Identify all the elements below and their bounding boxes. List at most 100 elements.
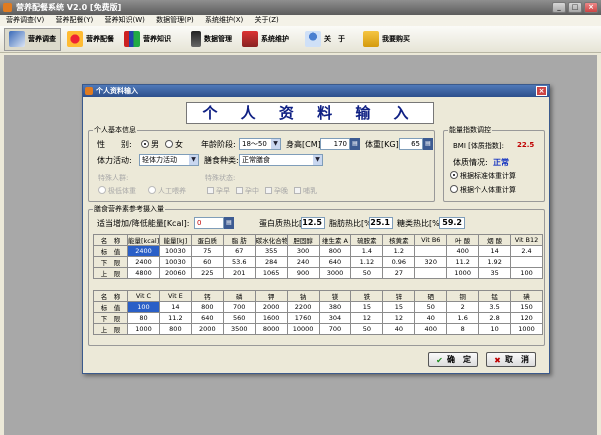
table-cell[interactable]: 2 — [446, 301, 480, 313]
table-cell[interactable]: 1760 — [286, 312, 320, 324]
maximize-button[interactable]: □ — [568, 2, 582, 13]
table-cell[interactable]: 10000 — [286, 323, 320, 335]
table-cell[interactable]: 50 — [414, 301, 448, 313]
ok-button[interactable]: ✔ 确 定 — [428, 352, 478, 367]
table-cell[interactable]: 80 — [127, 312, 160, 324]
table-cell[interactable]: 100 — [510, 267, 543, 279]
table-cell[interactable]: 2000 — [190, 323, 224, 335]
table-cell[interactable]: 900 — [286, 267, 320, 279]
activity-select[interactable]: 轻体力活动 ▼ — [139, 154, 199, 166]
table-cell[interactable]: 67 — [222, 245, 256, 257]
toolbar-data-button[interactable]: 数据管理 — [187, 28, 236, 51]
table-cell[interactable]: 20060 — [158, 267, 192, 279]
table-cell[interactable]: 800 — [318, 245, 352, 257]
table-cell[interactable]: 1000 — [446, 267, 480, 279]
table-cell[interactable]: 8 — [446, 323, 480, 335]
table-cell[interactable]: 1.92 — [478, 256, 512, 268]
table-cell[interactable]: 10030 — [158, 245, 192, 257]
table-cell[interactable]: 284 — [254, 256, 288, 268]
cancel-button[interactable]: ✖ 取 消 — [486, 352, 536, 367]
table-cell[interactable]: 800 — [158, 323, 192, 335]
table-cell[interactable]: 10030 — [158, 256, 192, 268]
table-cell[interactable]: 8000 — [254, 323, 288, 335]
table-cell[interactable]: 12 — [350, 312, 384, 324]
table-cell[interactable]: 640 — [318, 256, 352, 268]
table-cell[interactable]: 150 — [510, 301, 543, 313]
table-cell[interactable]: 100 — [127, 301, 160, 313]
special-group-low-weight[interactable]: 极低体重 — [98, 186, 136, 196]
table-cell[interactable]: 355 — [254, 245, 288, 257]
state-mid-pregnancy-checkbox[interactable]: 孕中 — [236, 186, 259, 196]
table-cell[interactable]: 1.2 — [382, 245, 416, 257]
table-cell[interactable]: 1065 — [254, 267, 288, 279]
state-lactation-checkbox[interactable]: 哺乳 — [294, 186, 317, 196]
toolbar-buy-button[interactable]: 我要购买 — [359, 28, 414, 51]
age-select[interactable]: 18～50 ▼ — [239, 138, 281, 150]
table-cell[interactable]: 2.8 — [478, 312, 512, 324]
table-cell[interactable]: 400 — [446, 245, 480, 257]
toolbar-about-button[interactable]: 关 于 — [301, 28, 349, 51]
table-cell[interactable]: 35 — [478, 267, 512, 279]
table-cell[interactable]: 2000 — [254, 301, 288, 313]
table-cell[interactable]: 50 — [350, 267, 384, 279]
table-cell[interactable]: 400 — [414, 323, 448, 335]
table-cell[interactable]: 700 — [222, 301, 256, 313]
table-cell[interactable]: 11.2 — [446, 256, 480, 268]
minimize-button[interactable]: _ — [552, 2, 566, 13]
table-cell[interactable]: 201 — [222, 267, 256, 279]
table-cell[interactable]: 40 — [382, 323, 416, 335]
table-cell[interactable]: 75 — [190, 245, 224, 257]
table-cell[interactable]: 14 — [478, 245, 512, 257]
table-cell[interactable]: 1.6 — [446, 312, 480, 324]
table-cell[interactable]: 225 — [190, 267, 224, 279]
weight-input[interactable]: 65 — [399, 138, 423, 150]
menu-data[interactable]: 数据管理(P) — [156, 16, 194, 24]
toolbar-meal-button[interactable]: 营养配餐 — [63, 28, 118, 51]
weight-spin-button[interactable]: ▤ — [423, 138, 433, 150]
table-cell[interactable]: 3000 — [318, 267, 352, 279]
table-cell[interactable]: 700 — [318, 323, 352, 335]
toolbar-system-button[interactable]: 系统维护 — [238, 28, 293, 51]
bmi-personal-weight-radio[interactable]: 根据个人体重计算 — [450, 185, 516, 195]
table-cell[interactable]: 800 — [190, 301, 224, 313]
table-cell[interactable]: 50 — [350, 323, 384, 335]
height-input[interactable]: 170 — [320, 138, 350, 150]
table-cell[interactable]: 240 — [286, 256, 320, 268]
table-cell[interactable]: 380 — [318, 301, 352, 313]
energy-adjust-input[interactable]: 0 — [194, 217, 224, 229]
special-group-artificial-feeding[interactable]: 人工喂养 — [148, 186, 186, 196]
table-cell[interactable]: 2.4 — [510, 245, 543, 257]
table-cell[interactable]: 40 — [414, 312, 448, 324]
table-cell[interactable]: 60 — [190, 256, 224, 268]
table-cell[interactable]: 1.4 — [350, 245, 384, 257]
table-cell[interactable]: 320 — [414, 256, 448, 268]
table-cell[interactable] — [414, 245, 448, 257]
table-cell[interactable]: 3.5 — [478, 301, 512, 313]
table-cell[interactable]: 14 — [158, 301, 192, 313]
table-cell[interactable]: 120 — [510, 312, 543, 324]
table-cell[interactable]: 15 — [350, 301, 384, 313]
table-cell[interactable]: 2400 — [127, 256, 160, 268]
table-cell[interactable]: 2200 — [286, 301, 320, 313]
diet-select[interactable]: 正常膳食 ▼ — [239, 154, 323, 166]
state-late-pregnancy-checkbox[interactable]: 孕晚 — [265, 186, 288, 196]
toolbar-survey-button[interactable]: 营养调查 — [4, 27, 61, 51]
table-cell[interactable]: 15 — [382, 301, 416, 313]
table-cell[interactable]: 300 — [286, 245, 320, 257]
close-button[interactable]: × — [584, 2, 598, 13]
menu-system[interactable]: 系统维护(X) — [205, 16, 243, 24]
table-cell[interactable]: 12 — [382, 312, 416, 324]
table-cell[interactable]: 0.96 — [382, 256, 416, 268]
toolbar-knowledge-button[interactable]: 营养知识 — [120, 28, 175, 51]
table-cell[interactable]: 2400 — [127, 245, 160, 257]
table-cell[interactable]: 27 — [382, 267, 416, 279]
menu-meal[interactable]: 营养配餐(Y) — [56, 16, 94, 24]
table-cell[interactable]: 1600 — [254, 312, 288, 324]
table-cell[interactable]: 11.2 — [158, 312, 192, 324]
table-cell[interactable]: 1.12 — [350, 256, 384, 268]
energy-adjust-spin-button[interactable]: ▤ — [224, 217, 234, 229]
table-cell[interactable] — [510, 256, 543, 268]
menu-knowledge[interactable]: 营养知识(W) — [104, 16, 144, 24]
dialog-close-button[interactable]: × — [536, 86, 547, 96]
menu-survey[interactable]: 营养调查(V) — [6, 16, 44, 24]
